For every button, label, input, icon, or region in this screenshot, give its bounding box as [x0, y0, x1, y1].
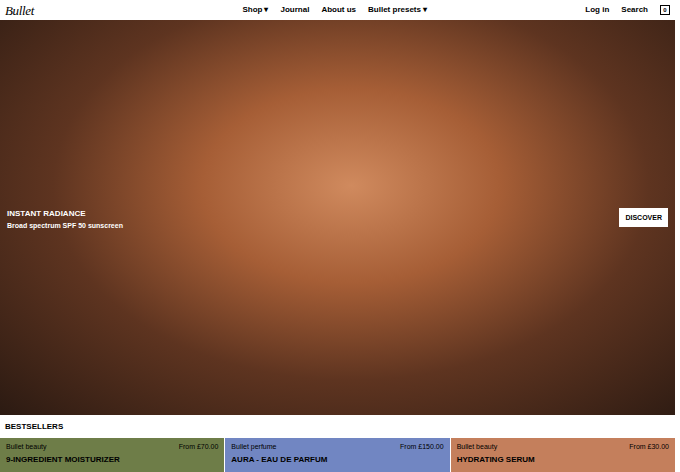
product-card[interactable]: Bullet perfume From £150.00 AURA - EAU DE …: [225, 438, 449, 472]
cart-button[interactable]: 0: [660, 5, 670, 15]
product-meta: Bullet beauty From £70.00: [6, 443, 218, 452]
nav-item[interactable]: Shop▾: [242, 4, 268, 16]
hero-text: INSTANT RADIANCE Broad spectrum SPF 50 su…: [7, 205, 123, 231]
section-title: BESTSELLERS: [5, 421, 63, 433]
nav-item[interactable]: About us: [321, 4, 356, 16]
nav-label: About us: [321, 4, 356, 16]
product-brand: Bullet beauty: [457, 443, 497, 452]
product-price: From £150.00: [400, 443, 444, 452]
main-nav: Shop▾JournalAbout usBullet presets▾: [242, 4, 426, 16]
nav-item[interactable]: Journal: [280, 4, 309, 16]
hero-subtitle: Broad spectrum SPF 50 sunscreen: [7, 222, 123, 231]
product-meta: Bullet beauty From £30.00: [457, 443, 669, 452]
logo[interactable]: Bullet: [5, 4, 34, 17]
product-price: From £30.00: [629, 443, 669, 452]
nav-label: Shop: [242, 4, 262, 16]
nav-label: Bullet presets: [368, 4, 421, 16]
utility-link[interactable]: Log in: [585, 4, 609, 16]
caret-icon: ▾: [423, 4, 427, 16]
caret-icon: ▾: [264, 4, 268, 16]
hero-banner: INSTANT RADIANCE Broad spectrum SPF 50 su…: [0, 20, 675, 415]
utility-link[interactable]: Search: [621, 4, 648, 16]
section-header: BESTSELLERS: [0, 415, 680, 438]
product-name: HYDRATING SERUM: [457, 455, 669, 465]
product-brand: Bullet beauty: [6, 443, 46, 452]
nav-item[interactable]: Bullet presets▾: [368, 4, 427, 16]
product-grid: Bullet beauty From £70.00 9-INGREDIENT MOI…: [0, 438, 675, 472]
header: BulletShop▾JournalAbout usBullet presets…: [0, 0, 680, 20]
product-name: AURA - EAU DE PARFUM: [231, 455, 443, 465]
discover-button[interactable]: DISCOVER: [619, 208, 668, 227]
product-card[interactable]: Bullet beauty From £70.00 9-INGREDIENT MOI…: [0, 438, 224, 472]
cart-count: 0: [663, 7, 666, 13]
product-card[interactable]: Bullet beauty From £30.00 HYDRATING SERUM: [451, 438, 675, 472]
product-price: From £70.00: [179, 443, 219, 452]
product-name: 9-INGREDIENT MOISTURIZER: [6, 455, 218, 465]
hero-title: INSTANT RADIANCE: [7, 209, 123, 219]
product-brand: Bullet perfume: [231, 443, 276, 452]
product-meta: Bullet perfume From £150.00: [231, 443, 443, 452]
utility-nav: Log in Search 0: [585, 4, 670, 16]
nav-label: Journal: [280, 4, 309, 16]
